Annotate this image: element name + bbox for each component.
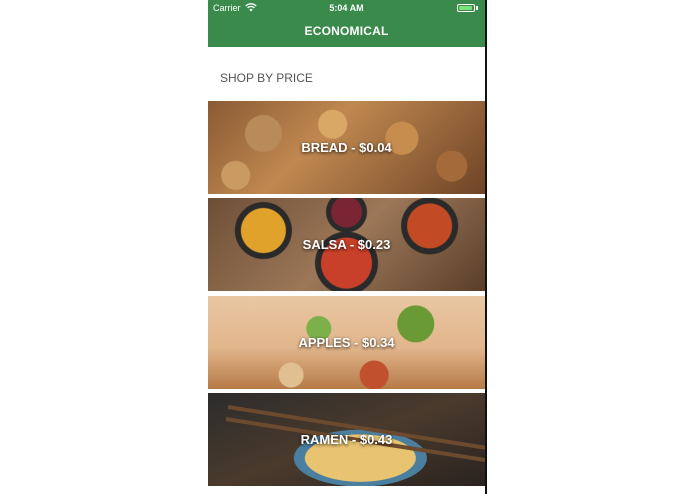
phone-screen: Carrier 5:04 AM ECONOMICAL SHOP BY PRICE… [208,0,485,494]
item-label: SALSA - $0.23 [302,237,391,252]
item-apples[interactable]: APPLES - $0.34 [208,296,485,389]
status-time: 5:04 AM [329,3,364,13]
section-header: SHOP BY PRICE [208,58,485,98]
phone-edge [485,0,487,494]
item-ramen[interactable]: RAMEN - $0.43 [208,393,485,486]
section-title: SHOP BY PRICE [220,71,313,85]
nav-title: ECONOMICAL [304,24,389,38]
battery-tip [476,6,478,10]
item-label: APPLES - $0.34 [298,335,395,350]
nav-bar: ECONOMICAL [208,16,485,47]
battery-icon [457,4,475,12]
item-bread[interactable]: BREAD - $0.04 [208,101,485,194]
item-label: BREAD - $0.04 [301,140,392,155]
status-bar: Carrier 5:04 AM [208,0,485,16]
item-label: RAMEN - $0.43 [300,432,393,447]
item-salsa[interactable]: SALSA - $0.23 [208,198,485,291]
